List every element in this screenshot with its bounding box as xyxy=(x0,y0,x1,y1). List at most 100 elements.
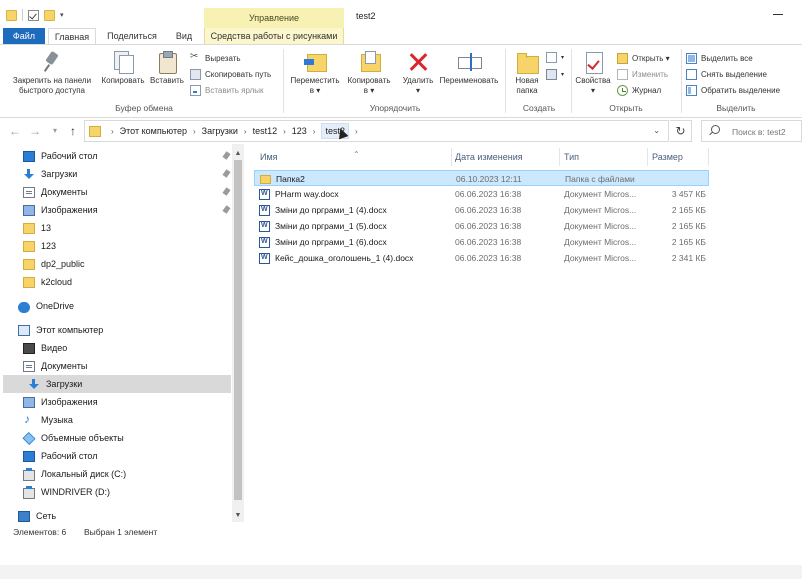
sidebar-item-this-pc[interactable]: Этот компьютер xyxy=(18,321,231,339)
tab-home[interactable]: Главная xyxy=(48,28,96,45)
search-input[interactable]: Поиск в: test2 xyxy=(701,120,802,142)
scroll-up-icon[interactable]: ▲ xyxy=(232,148,244,160)
breadcrumb-test12[interactable]: test12 xyxy=(253,126,278,136)
sidebar-item-k2cloud[interactable]: k2cloud xyxy=(23,273,231,291)
open-button[interactable]: Открыть ▾ xyxy=(617,53,670,64)
file-row[interactable]: Зміни до прграми_1 (5).docx 06.06.2023 1… xyxy=(254,218,709,234)
file-row[interactable]: Зміни до прграми_1 (6).docx 06.06.2023 1… xyxy=(254,234,709,250)
rename-button[interactable]: Переименовать xyxy=(436,47,502,86)
paste-shortcut-button[interactable]: Вставить ярлык xyxy=(190,85,264,96)
pin-quick-access-button[interactable]: Закрепить на панели быстрого доступа xyxy=(6,47,98,96)
sidebar-item-downloads[interactable]: Загрузки xyxy=(23,165,231,183)
chevron-right-icon[interactable]: › xyxy=(244,127,247,136)
new-folder-label: Новая xyxy=(515,76,539,85)
file-size: 2 165 КБ xyxy=(671,221,706,231)
sidebar-item-videos[interactable]: Видео xyxy=(23,339,231,357)
copy-to-button[interactable]: Копировать в ▾ xyxy=(343,47,395,96)
tab-file[interactable]: Файл xyxy=(3,28,45,45)
chevron-right-icon[interactable]: › xyxy=(193,127,196,136)
breadcrumb-downloads[interactable]: Загрузки xyxy=(202,126,238,136)
sidebar-item-3d-objects[interactable]: Объемные объекты xyxy=(22,429,231,447)
tab-share[interactable]: Поделиться xyxy=(100,28,164,45)
sidebar-item-label: Локальный диск (C:) xyxy=(41,469,127,479)
properties-button[interactable]: Свойства ▾ xyxy=(573,47,613,96)
breadcrumb-this-pc[interactable]: Этот компьютер xyxy=(120,126,187,136)
chevron-right-icon[interactable]: › xyxy=(313,127,316,136)
sidebar-item-pc-pictures[interactable]: Изображения xyxy=(23,393,231,411)
easy-access-button[interactable]: ▾ xyxy=(546,69,564,80)
sidebar-item-pc-downloads[interactable]: Загрузки xyxy=(3,375,231,393)
invert-selection-button[interactable]: Обратить выделение xyxy=(686,85,780,96)
new-item-button[interactable]: ▾ xyxy=(546,52,564,63)
sidebar-item-desktop[interactable]: Рабочий стол xyxy=(23,147,231,165)
address-history-dropdown[interactable]: ⌄ xyxy=(653,126,660,135)
sidebar-item-pc-documents[interactable]: Документы xyxy=(23,357,231,375)
navigation-scrollbar[interactable]: ▲ ▼ xyxy=(232,144,244,522)
paste-button[interactable]: Вставить xyxy=(148,47,186,86)
cut-button[interactable]: Вырезать xyxy=(190,51,241,64)
delete-x-icon xyxy=(406,50,430,74)
computer-icon xyxy=(18,324,30,336)
sidebar-item-label: Видео xyxy=(41,343,68,353)
history-button[interactable]: Журнал xyxy=(617,85,661,96)
minimize-button[interactable] xyxy=(773,8,783,18)
select-none-button[interactable]: Снять выделение xyxy=(686,69,767,80)
chevron-right-icon[interactable]: › xyxy=(355,127,358,136)
sidebar-item-music[interactable]: Музыка xyxy=(23,411,231,429)
chevron-right-icon[interactable]: › xyxy=(111,127,114,136)
delete-button[interactable]: Удалить ▾ xyxy=(398,47,438,96)
recent-locations-dropdown[interactable]: ▾ xyxy=(48,124,62,138)
sidebar-item-label: Объемные объекты xyxy=(41,433,124,443)
back-arrow-icon[interactable]: ← xyxy=(8,124,22,138)
file-date: 06.06.2023 16:38 xyxy=(455,205,522,215)
file-date: 06.06.2023 16:38 xyxy=(455,221,522,231)
sidebar-item-documents[interactable]: Документы xyxy=(23,183,231,201)
tab-picture-tools[interactable]: Средства работы с рисунками xyxy=(204,28,344,45)
sidebar-item-onedrive[interactable]: OneDrive xyxy=(18,297,231,315)
sidebar-item-local-disk-c[interactable]: Локальный диск (C:) xyxy=(23,465,231,483)
sidebar-item-windriver-d[interactable]: WINDRIVER (D:) xyxy=(23,483,231,501)
edit-button[interactable]: Изменить xyxy=(617,69,668,80)
scroll-down-icon[interactable]: ▼ xyxy=(232,510,244,522)
sidebar-item-folder-13[interactable]: 13 xyxy=(23,219,231,237)
new-folder-button[interactable]: Новая папка xyxy=(508,47,546,96)
new-folder-qat-button[interactable] xyxy=(44,9,55,21)
column-header-name[interactable]: Имя ⌃ xyxy=(256,149,451,165)
file-date: 06.10.2023 12:11 xyxy=(456,174,522,184)
file-row[interactable]: Кейс_дошка_оголошень_1 (4).docx 06.06.20… xyxy=(254,250,709,266)
properties-qat-button[interactable] xyxy=(28,9,39,21)
downloads-icon xyxy=(28,378,40,390)
move-to-button[interactable]: Переместить в ▾ xyxy=(287,47,343,96)
column-header-type[interactable]: Тип xyxy=(560,149,647,165)
file-row[interactable]: PHarm way.docx 06.06.2023 16:38 Документ… xyxy=(254,186,709,202)
downloads-icon xyxy=(23,168,35,180)
copy-button[interactable]: Копировать xyxy=(98,47,148,86)
refresh-icon[interactable]: ↻ xyxy=(670,120,692,142)
scrollbar-thumb[interactable] xyxy=(234,160,242,500)
sidebar-item-pc-desktop[interactable]: Рабочий стол xyxy=(23,447,231,465)
copy-path-button[interactable]: Скопировать путь xyxy=(190,69,271,80)
customize-qat-dropdown[interactable]: ▾ xyxy=(60,11,64,19)
sidebar-item-folder-123[interactable]: 123 xyxy=(23,237,231,255)
address-bar[interactable]: › Этот компьютер › Загрузки › test12 › 1… xyxy=(84,120,669,142)
column-header-date[interactable]: Дата изменения xyxy=(451,149,559,165)
column-header-size[interactable]: Размер xyxy=(648,149,708,165)
select-all-button[interactable]: Выделить все xyxy=(686,53,753,64)
column-divider[interactable] xyxy=(708,148,709,166)
file-row[interactable]: Зміни до прграми_1 (4).docx 06.06.2023 1… xyxy=(254,202,709,218)
sidebar-item-pictures[interactable]: Изображения xyxy=(23,201,231,219)
chevron-right-icon[interactable]: › xyxy=(283,127,286,136)
file-row[interactable]: Папка2 06.10.2023 12:11 Папка с файлами xyxy=(254,170,709,186)
folder-icon xyxy=(6,9,17,21)
up-arrow-icon[interactable]: ↑ xyxy=(66,124,80,138)
tab-view[interactable]: Вид xyxy=(166,28,202,45)
sidebar-item-dp2-public[interactable]: dp2_public xyxy=(23,255,231,273)
select-all-label: Выделить все xyxy=(701,54,753,63)
file-size: 2 165 КБ xyxy=(671,237,706,247)
breadcrumb-123[interactable]: 123 xyxy=(292,126,307,136)
drive-icon xyxy=(23,467,35,481)
delete-dropdown-arrow: ▾ xyxy=(415,86,420,95)
sidebar-item-label: Загрузки xyxy=(41,169,78,179)
sidebar-item-label: k2cloud xyxy=(41,277,73,287)
forward-arrow-icon[interactable]: → xyxy=(28,124,42,138)
